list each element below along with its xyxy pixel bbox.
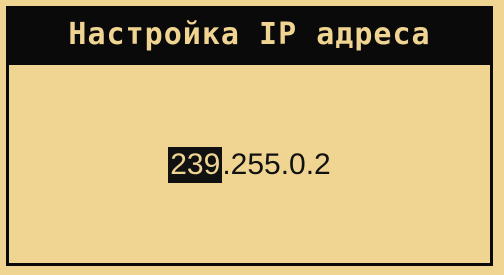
lcd-screen: Настройка IP адреса 239.255.0.2 xyxy=(6,6,493,266)
ip-remaining-octets: .255.0.2 xyxy=(222,148,331,181)
page-title: Настройка IP адреса xyxy=(68,17,431,52)
title-bar: Настройка IP адреса xyxy=(9,9,490,65)
ip-address-field[interactable]: 239.255.0.2 xyxy=(9,145,490,185)
ip-octet-editing[interactable]: 239 xyxy=(168,147,223,183)
title-divider xyxy=(9,65,490,68)
